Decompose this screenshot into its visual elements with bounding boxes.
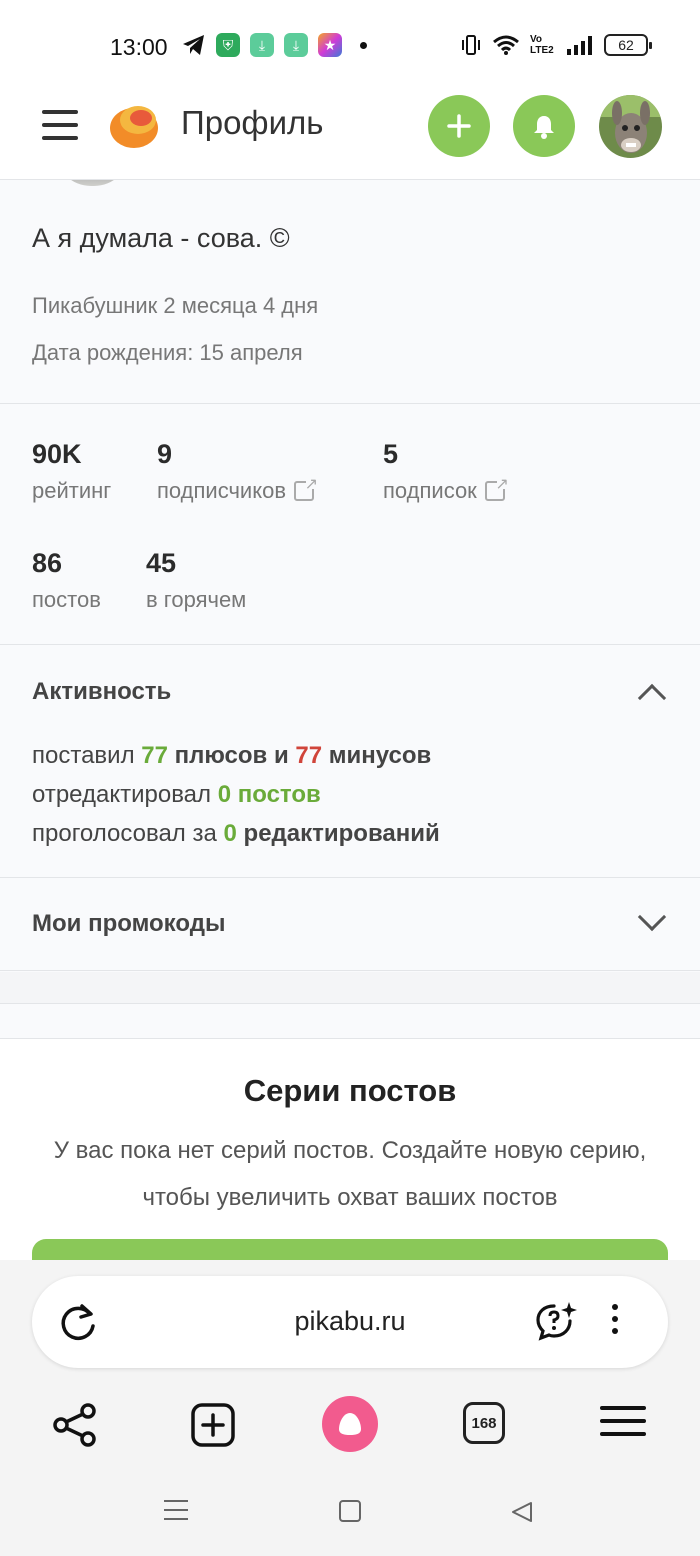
activity-title: Активность	[32, 678, 172, 705]
download-icon: ⤓	[250, 33, 274, 57]
app-star-icon: ★	[318, 33, 342, 57]
external-link-icon[interactable]	[294, 474, 318, 501]
stat-label: постов	[32, 587, 101, 612]
vibrate-icon	[462, 35, 480, 55]
recent-apps-icon[interactable]	[164, 1500, 188, 1520]
notification-icons: ⛨ ⤓ ⤓ ★	[182, 33, 367, 57]
share-icon[interactable]	[52, 1402, 98, 1448]
plus-icon	[447, 114, 471, 138]
user-avatar[interactable]	[599, 95, 662, 158]
stat-value: 90K	[32, 439, 82, 469]
divider	[0, 972, 700, 1004]
stat-label: подписок	[383, 478, 477, 503]
edits-count: 0	[217, 781, 232, 808]
stat-label: в горячем	[146, 587, 247, 612]
promocodes-title: Мои промокоды	[32, 910, 226, 937]
stat-value: 86	[32, 548, 63, 578]
stat-subscriptions[interactable]: 5 подписок	[383, 439, 509, 504]
promocodes-section[interactable]: Мои промокоды	[0, 879, 700, 971]
volte-label: Vo LTE2	[530, 34, 554, 56]
telegram-icon	[183, 35, 204, 55]
activity-edit-votes: проголосовал за 0 редактирований	[32, 820, 440, 847]
status-bar: 13:00 ⛨ ⤓ ⤓ ★ Vo LTE2 62	[0, 0, 700, 90]
battery-icon: 62	[604, 34, 652, 56]
activity-votes: поставил 77 плюсов и 77 минусов	[32, 742, 432, 769]
stat-hot: 45 в горячем	[146, 548, 246, 613]
system-navigation-bar	[0, 1470, 700, 1556]
app-shield-icon: ⛨	[216, 33, 240, 57]
bell-icon	[534, 116, 554, 139]
activity-edits: отредактировал 0 постов	[32, 781, 321, 808]
download-icon-2: ⤓	[284, 33, 308, 57]
profile-info-section: А я думала - сова. © Пикабушник 2 месяца…	[0, 180, 700, 404]
series-empty-text: У вас пока нет серий постов. Создайте но…	[53, 1137, 647, 1211]
activity-section: Активность поставил 77 плюсов и 77 минус…	[0, 646, 700, 878]
chevron-up-icon[interactable]	[637, 683, 667, 713]
edit-votes-count: 0	[223, 820, 237, 847]
birthday: Дата рождения: 15 апреля	[32, 340, 303, 365]
ai-chat-icon[interactable]	[534, 1300, 578, 1344]
app-header: Профиль	[0, 90, 700, 180]
back-icon[interactable]	[510, 1500, 534, 1524]
plus-count: 77	[141, 742, 168, 769]
stat-value: 9	[157, 439, 173, 469]
address-bar[interactable]: pikabu.ru	[32, 1276, 668, 1368]
stat-value: 5	[383, 439, 399, 469]
add-post-button[interactable]	[428, 95, 490, 157]
alice-assistant-icon[interactable]	[322, 1396, 378, 1452]
stat-posts: 86 постов	[32, 548, 101, 613]
profile-avatar-partial	[55, 180, 130, 186]
series-title: Серии постов	[243, 1073, 457, 1108]
browser-toolbar: pikabu.ru 168	[0, 1260, 700, 1556]
home-icon[interactable]	[339, 1500, 361, 1522]
stats-section: 90K рейтинг 9 подписчиков 5 подписок 86 …	[0, 405, 700, 645]
external-link-icon[interactable]	[484, 474, 509, 501]
menu-icon[interactable]	[42, 108, 78, 142]
create-series-button[interactable]	[32, 1239, 668, 1260]
wifi-icon	[493, 35, 519, 55]
tabs-counter-icon[interactable]: 168	[463, 1402, 505, 1444]
profile-status-text: А я думала - сова. ©	[32, 223, 290, 253]
system-icons: Vo LTE2 62	[460, 34, 652, 56]
stat-value: 45	[146, 548, 177, 578]
battery-level: 62	[618, 37, 634, 53]
more-notifications-dot	[360, 41, 367, 49]
tabs-count: 168	[463, 1402, 505, 1444]
stat-label: подписчиков	[157, 478, 287, 503]
stat-rating: 90K рейтинг	[32, 439, 111, 504]
browser-menu-icon[interactable]	[600, 1406, 646, 1436]
chevron-down-icon[interactable]	[637, 902, 667, 932]
page-title: Профиль	[181, 104, 324, 141]
stat-label: рейтинг	[32, 478, 112, 503]
status-time: 13:00	[110, 34, 168, 60]
post-series-section: Серии постов У вас пока нет серий постов…	[0, 1038, 700, 1260]
profile-content: А я думала - сова. © Пикабушник 2 месяца…	[0, 180, 700, 1260]
notifications-button[interactable]	[513, 95, 575, 157]
new-tab-icon[interactable]	[190, 1402, 236, 1448]
stat-subscribers[interactable]: 9 подписчиков	[157, 439, 318, 504]
more-vertical-icon[interactable]	[612, 1304, 618, 1334]
pikabu-logo[interactable]	[108, 100, 160, 150]
member-duration: Пикабушник 2 месяца 4 дня	[32, 293, 319, 318]
minus-count: 77	[295, 742, 323, 769]
signal-icon	[567, 36, 592, 55]
